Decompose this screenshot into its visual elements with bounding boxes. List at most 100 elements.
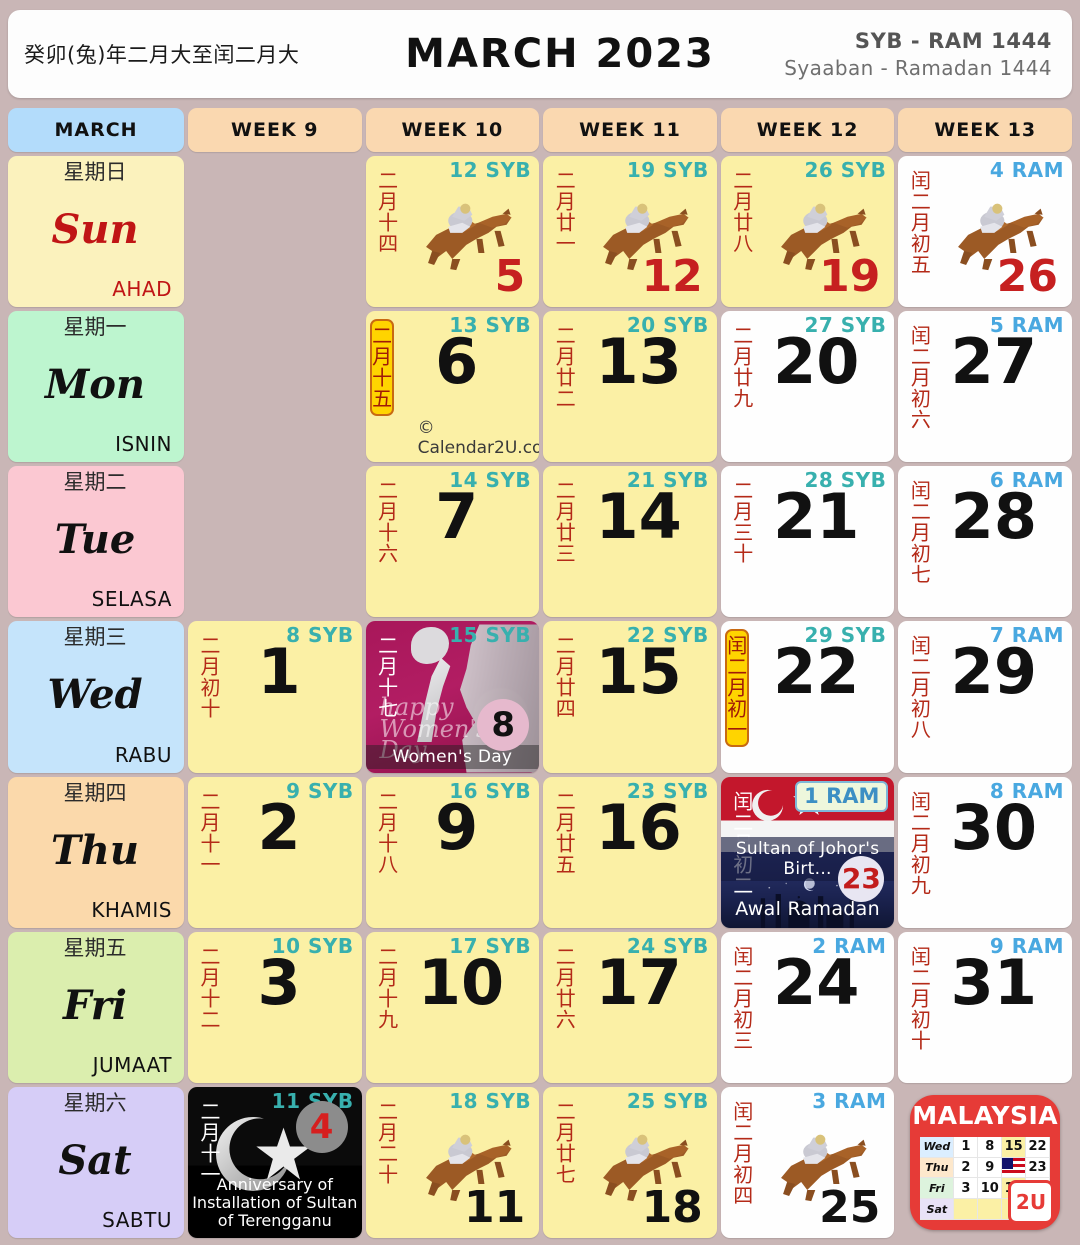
date-cell-14[interactable]: 21 SYB 二月廿三 14 <box>543 466 717 618</box>
date-number: 17 <box>595 945 682 1019</box>
calendar2u-badge: 2U <box>1008 1179 1054 1224</box>
chinese-year-range: 癸卯(兔)年二月大至闰二月大 <box>24 43 300 67</box>
date-cell-5[interactable]: 12 SYB 二月十四 5 <box>365 156 540 308</box>
date-number: 3 <box>257 945 301 1019</box>
day-name-english: Thu <box>51 826 139 874</box>
day-header-thu: 星期四 Thu KHAMIS <box>8 776 184 928</box>
date-cell-25[interactable]: 3 RAM 闰二月初四 25 <box>720 1086 895 1238</box>
date-number: 9 <box>435 790 479 864</box>
calendar-page: 癸卯(兔)年二月大至闰二月大 MARCH 2023 SYB - RAM 1444… <box>0 0 1080 1245</box>
app-icon-body[interactable]: MALAYSIA Wed181522Thu2923Fri3101724Sat 2… <box>910 1094 1060 1230</box>
date-cell-21[interactable]: 28 SYB 二月三十 21 <box>720 466 895 618</box>
calendar-grid: MARCH WEEK 9 WEEK 10 WEEK 11 WEEK 12 WEEK 13 星… <box>8 108 1072 1238</box>
malaysia-app-icon[interactable]: MALAYSIA Wed181522Thu2923Fri3101724Sat 2… <box>898 1087 1072 1238</box>
date-cell-26[interactable]: 4 RAM 闰二月初五 26 <box>898 156 1072 308</box>
app-icon-title: MALAYSIA <box>912 1100 1059 1130</box>
lunar-date: 二月廿七 <box>552 1100 577 1185</box>
date-number: 8 <box>477 698 530 751</box>
date-cell-3[interactable]: 10 SYB 二月十二 3 <box>188 931 362 1083</box>
mini-cal-cell: 1 <box>954 1136 979 1158</box>
hijri-date: 3 RAM <box>812 1088 887 1113</box>
date-number: 22 <box>773 635 860 709</box>
date-cell-17[interactable]: 24 SYB 二月廿六 17 <box>543 931 717 1083</box>
date-cell-29[interactable]: 7 RAM 闰二月初八 29 <box>898 621 1072 773</box>
date-cell-9[interactable]: 16 SYB 二月十八 9 <box>365 776 540 928</box>
date-number: 24 <box>773 945 860 1019</box>
date-cell-27[interactable]: 5 RAM 闰二月初六 27 <box>898 311 1072 463</box>
date-number: 29 <box>950 635 1037 709</box>
hijri-date: 19 SYB <box>626 158 709 182</box>
day-header-sun: 星期日 Sun AHAD <box>8 156 184 308</box>
event-label: Anniversary of Installation of Sultan of… <box>192 1175 358 1231</box>
lunar-date: 二月初十 <box>197 635 221 720</box>
hijri-header: SYB - RAM 1444 Syaaban - Ramadan 1444 <box>772 29 1072 80</box>
week-header-4: WEEK 12 <box>720 108 895 152</box>
date-number: 13 <box>595 325 682 399</box>
lunar-date: 二月廿九 <box>729 325 754 410</box>
date-number: 23 <box>838 855 885 902</box>
month-header: MARCH <box>8 108 184 152</box>
mini-cal-cell: 10 <box>978 1178 1003 1200</box>
lunar-date: 闰二月初六 <box>907 325 932 431</box>
date-cell-20[interactable]: 27 SYB 二月廿九 20 <box>720 311 895 463</box>
day-name-chinese: 星期日 <box>63 160 127 184</box>
date-cell-10[interactable]: 17 SYB 二月十九 10 <box>365 931 540 1083</box>
hijri-date: 15 SYB <box>449 623 532 648</box>
lunar-date: 闰二月初四 <box>729 1100 754 1206</box>
date-cell-4[interactable]: 11 SYB 二月十一 Anniversary of Installation of… <box>188 1086 362 1238</box>
lunar-date: 二月十六 <box>374 480 399 565</box>
date-number: 31 <box>950 945 1037 1019</box>
mini-cal-cell: 2 <box>954 1157 979 1179</box>
date-cell-12[interactable]: 19 SYB 二月廿一 12 <box>543 156 717 308</box>
day-name-english: Sun <box>51 206 139 254</box>
date-cell-19[interactable]: 26 SYB 二月廿八 19 <box>720 156 895 308</box>
date-number: 12 <box>641 251 703 303</box>
day-name-malay: ISNIN <box>115 432 172 457</box>
hijri-date: 18 SYB <box>449 1088 532 1113</box>
lunar-date: 闰二月初十 <box>907 945 932 1051</box>
mini-cal-cell: 15 <box>1002 1136 1027 1158</box>
date-number: 25 <box>819 1181 881 1233</box>
empty-cell <box>188 466 362 617</box>
date-cell-7[interactable]: 14 SYB 二月十六 7 <box>365 466 540 618</box>
date-cell-28[interactable]: 6 RAM 闰二月初七 28 <box>898 466 1072 618</box>
lunar-date: 二月二十 <box>374 1100 399 1185</box>
lunar-date: 闰二月初七 <box>907 480 932 586</box>
date-cell-31[interactable]: 9 RAM 闰二月初十 31 <box>898 931 1072 1083</box>
date-cell-30[interactable]: 8 RAM 闰二月初九 30 <box>898 776 1072 928</box>
date-cell-15[interactable]: 22 SYB 二月廿四 15 <box>543 621 717 773</box>
date-number: 21 <box>773 480 860 554</box>
lunar-date: 二月廿六 <box>552 945 577 1030</box>
date-cell-2[interactable]: 9 SYB 二月十一 2 <box>188 776 362 928</box>
hijri-date: 26 SYB <box>804 158 887 182</box>
date-cell-11[interactable]: 18 SYB 二月二十 11 <box>365 1086 540 1238</box>
date-cell-18[interactable]: 25 SYB 二月廿七 18 <box>543 1086 717 1238</box>
empty-cell <box>188 156 362 307</box>
calendar-header: 癸卯(兔)年二月大至闰二月大 MARCH 2023 SYB - RAM 1444… <box>8 10 1072 98</box>
date-cell-24[interactable]: 2 RAM 闰二月初三 24 <box>720 931 895 1083</box>
date-cell-1[interactable]: 8 SYB 二月初十 1 <box>188 621 362 773</box>
day-name-english: Wed <box>47 671 143 719</box>
lunar-date: 二月廿八 <box>729 170 754 254</box>
date-cell-16[interactable]: 23 SYB 二月廿五 16 <box>543 776 717 928</box>
lunar-date: 闰二月初五 <box>907 170 932 275</box>
week-header-5: WEEK 13 <box>898 108 1072 152</box>
date-cell-23[interactable]: 1 RAM闰二月初二Sultan of Johor's Birt...Awal … <box>720 776 895 928</box>
mini-cal-cell: 23 <box>1026 1157 1050 1179</box>
lunar-date: 二月十五 <box>369 319 394 417</box>
day-name-english: Sat <box>58 1136 132 1184</box>
day-name-malay: AHAD <box>112 277 172 302</box>
date-cell-22[interactable]: 29 SYB 闰二月初一 22 <box>720 621 895 773</box>
date-cell-8[interactable]: happy Women's Day 15 SYB 二月十七 Women's Day 8 <box>365 621 540 773</box>
week-header-2: WEEK 10 <box>365 108 540 152</box>
lunar-date: 闰二月初九 <box>907 790 932 896</box>
lunar-date: 二月十四 <box>374 170 399 254</box>
date-number: 4 <box>295 1100 348 1153</box>
date-cell-13[interactable]: 20 SYB 二月廿二 13 <box>543 311 717 463</box>
date-cell-6[interactable]: 13 SYB二月十五6© Calendar2U.com <box>365 311 540 463</box>
date-number: 15 <box>595 635 682 709</box>
day-header-fri: 星期五 Fri JUMAAT <box>8 931 184 1083</box>
date-number: 5 <box>494 251 526 303</box>
day-name-malay: KHAMIS <box>91 897 172 922</box>
day-name-chinese: 星期五 <box>63 935 127 960</box>
